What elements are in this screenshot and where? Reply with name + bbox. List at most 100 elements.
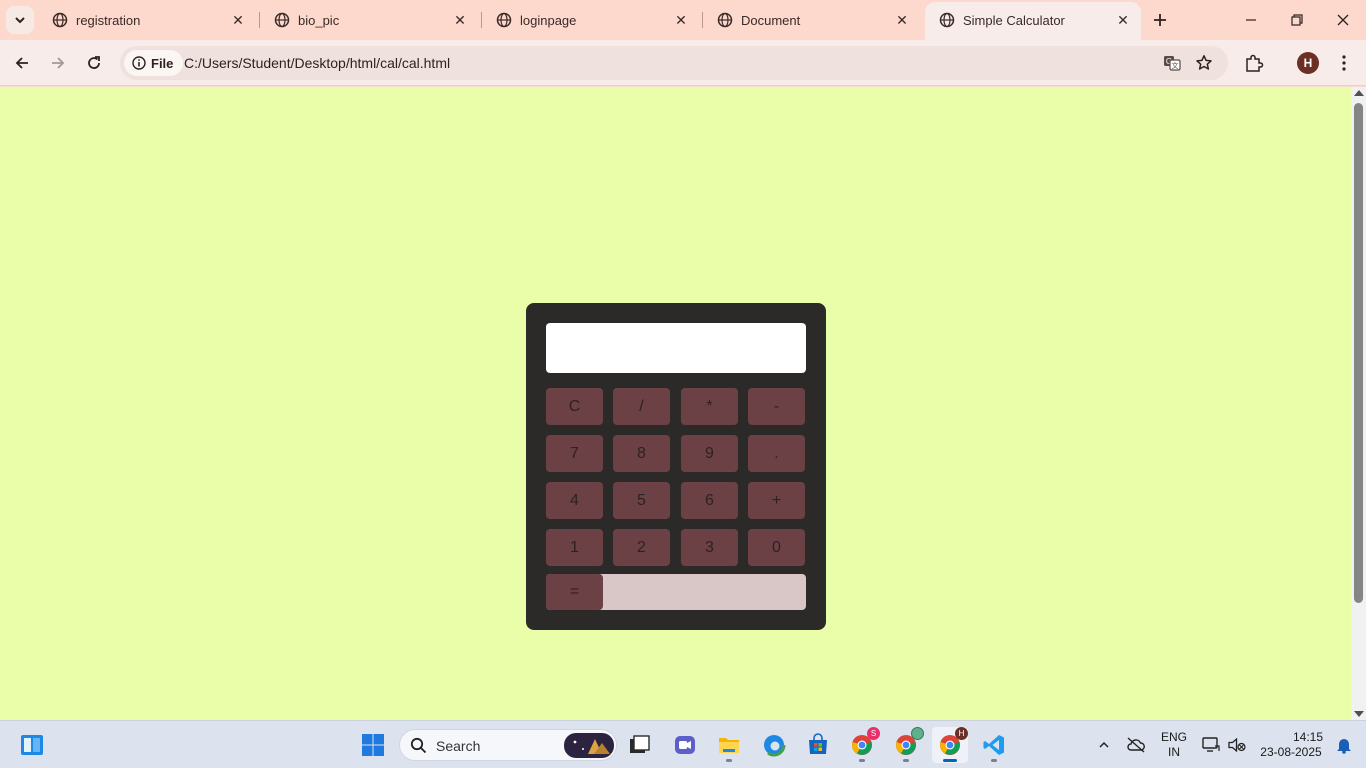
onedrive-button[interactable] <box>1122 727 1150 763</box>
profile-badge-image <box>911 727 924 740</box>
tab-bio-pic[interactable]: bio_pic ✕ <box>260 0 482 40</box>
key-subtract[interactable]: - <box>748 388 805 425</box>
svg-text:文: 文 <box>1172 61 1179 70</box>
minimize-icon <box>1246 19 1256 21</box>
globe-icon <box>52 12 68 28</box>
search-icon <box>410 737 427 754</box>
page-viewport: C / * - 7 8 9 . 4 5 6 + 1 2 3 0 = <box>0 87 1351 720</box>
address-bar[interactable]: File C:/Users/Student/Desktop/html/cal/c… <box>120 46 1228 80</box>
chrome-profile-h-button[interactable]: H <box>932 727 968 763</box>
extensions-button[interactable] <box>1241 50 1267 76</box>
scroll-down-arrow-icon[interactable] <box>1354 711 1364 717</box>
key-9[interactable]: 9 <box>681 435 738 472</box>
key-2[interactable]: 2 <box>613 529 670 566</box>
speaker-muted-icon <box>1228 737 1246 753</box>
key-multiply[interactable]: * <box>681 388 738 425</box>
start-button[interactable] <box>355 727 391 763</box>
close-window-button[interactable] <box>1320 0 1366 40</box>
tab-registration[interactable]: registration ✕ <box>38 0 260 40</box>
profile-avatar[interactable]: H <box>1297 52 1319 74</box>
key-equals[interactable]: = <box>546 574 603 610</box>
widgets-icon <box>21 735 43 755</box>
calculator-display[interactable] <box>546 323 806 373</box>
vertical-scrollbar[interactable] <box>1351 87 1366 720</box>
vscode-button[interactable] <box>976 727 1012 763</box>
network-status-button[interactable] <box>1198 727 1224 763</box>
show-hidden-icons-button[interactable] <box>1090 727 1118 763</box>
close-icon[interactable]: ✕ <box>1115 12 1131 28</box>
close-icon[interactable]: ✕ <box>452 12 468 28</box>
cloud-offline-icon <box>1127 737 1145 753</box>
menu-button[interactable] <box>1331 50 1357 76</box>
arrow-right-icon <box>52 57 65 69</box>
notifications-button[interactable] <box>1332 727 1356 763</box>
file-explorer-button[interactable] <box>711 727 747 763</box>
tab-search-button[interactable] <box>6 6 34 34</box>
close-icon[interactable]: ✕ <box>230 12 246 28</box>
clock-date: 23-08-2025 <box>1260 745 1322 759</box>
task-view-button[interactable] <box>621 727 657 763</box>
key-5[interactable]: 5 <box>613 482 670 519</box>
scroll-up-arrow-icon[interactable] <box>1354 90 1364 96</box>
chrome-profile-s-button[interactable]: S <box>844 727 880 763</box>
key-7[interactable]: 7 <box>546 435 603 472</box>
key-decimal[interactable]: . <box>748 435 805 472</box>
globe-icon <box>496 12 512 28</box>
back-button[interactable] <box>7 48 37 78</box>
arrow-left-icon <box>15 57 28 69</box>
url-text[interactable]: C:/Users/Student/Desktop/html/cal/cal.ht… <box>184 55 450 71</box>
key-1[interactable]: 1 <box>546 529 603 566</box>
widgets-button[interactable] <box>14 727 50 763</box>
edge-browser-icon <box>762 733 786 757</box>
tab-simple-calculator[interactable]: Simple Calculator ✕ <box>925 2 1141 40</box>
key-4[interactable]: 4 <box>546 482 603 519</box>
key-6[interactable]: 6 <box>681 482 738 519</box>
bell-icon <box>1337 739 1351 754</box>
clock[interactable]: 14:15 23-08-2025 <box>1256 730 1326 760</box>
star-icon <box>1196 55 1212 70</box>
video-chat-icon <box>675 736 695 754</box>
running-indicator <box>726 759 732 762</box>
restore-icon <box>1291 14 1303 26</box>
forward-button[interactable] <box>43 48 73 78</box>
tab-loginpage[interactable]: loginpage ✕ <box>482 0 703 40</box>
store-bag-icon <box>809 733 827 754</box>
running-indicator <box>943 759 957 762</box>
key-divide[interactable]: / <box>613 388 670 425</box>
bookmark-button[interactable] <box>1194 53 1214 73</box>
tab-title: Simple Calculator <box>963 13 1065 28</box>
language-indicator[interactable]: ENG IN <box>1158 730 1190 760</box>
translate-button[interactable]: G文 <box>1162 53 1182 73</box>
chrome-profile-2-button[interactable] <box>888 727 924 763</box>
more-vertical-icon <box>1342 55 1346 71</box>
folder-icon <box>719 738 739 753</box>
scrollbar-thumb[interactable] <box>1354 103 1363 603</box>
key-8[interactable]: 8 <box>613 435 670 472</box>
new-tab-button[interactable] <box>1148 8 1172 32</box>
key-add[interactable]: + <box>748 482 805 519</box>
close-icon[interactable]: ✕ <box>894 12 910 28</box>
close-icon <box>1337 14 1349 26</box>
key-3[interactable]: 3 <box>681 529 738 566</box>
reload-button[interactable] <box>79 48 109 78</box>
chevron-down-icon <box>15 17 25 24</box>
tab-document[interactable]: Document ✕ <box>703 0 924 40</box>
close-icon[interactable]: ✕ <box>673 12 689 28</box>
minimize-button[interactable] <box>1228 0 1274 40</box>
windows-logo-icon <box>362 734 384 756</box>
store-button[interactable] <box>800 727 836 763</box>
site-info-chip[interactable]: File <box>124 50 184 76</box>
running-indicator <box>859 759 865 762</box>
key-0[interactable]: 0 <box>748 529 805 566</box>
teams-chat-button[interactable] <box>667 727 703 763</box>
vscode-icon <box>983 735 1004 755</box>
volume-button[interactable] <box>1224 727 1250 763</box>
windows-taskbar: Search S H ENG IN 14:15 23-08-2025 <box>0 720 1366 768</box>
taskbar-search[interactable]: Search <box>399 729 617 761</box>
language-code: ENG <box>1160 730 1187 744</box>
tab-title: registration <box>76 13 141 28</box>
translate-icon: G文 <box>1164 56 1181 71</box>
key-clear[interactable]: C <box>546 388 603 425</box>
restore-button[interactable] <box>1274 0 1320 40</box>
edge-button[interactable] <box>756 727 792 763</box>
